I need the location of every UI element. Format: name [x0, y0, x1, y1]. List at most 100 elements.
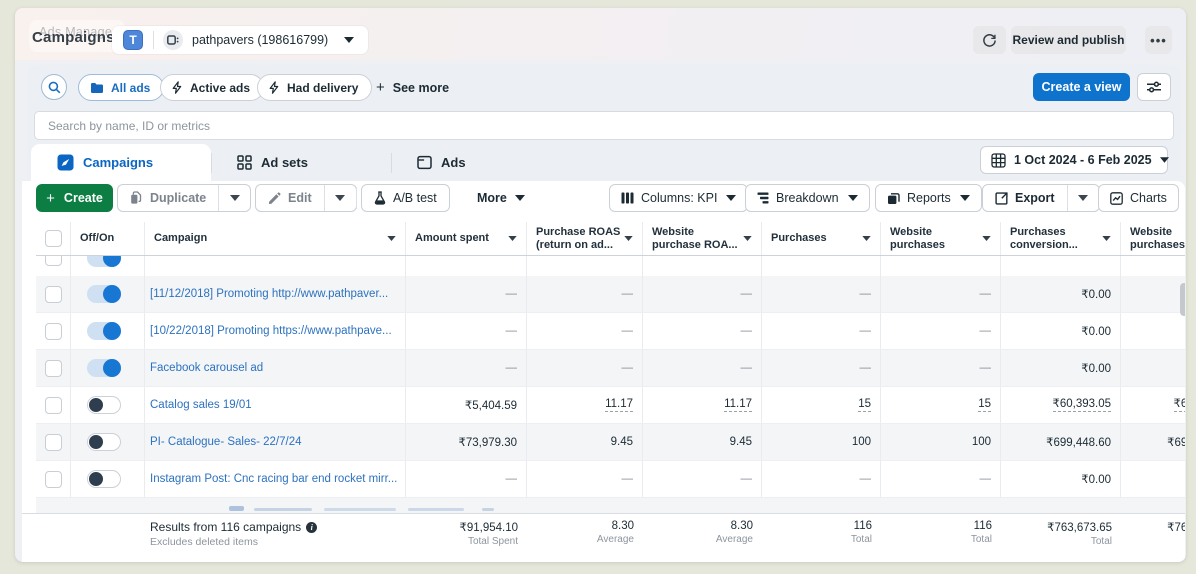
filter-pill-all-ads[interactable]: All ads — [78, 74, 165, 101]
campaign-name-link[interactable]: Instagram Post: Cnc racing bar end rocke… — [145, 473, 397, 485]
table-row-partial-top — [36, 256, 1185, 276]
search-filter-button[interactable] — [41, 74, 67, 100]
campaign-toggle[interactable] — [87, 470, 121, 488]
create-a-view-button[interactable]: Create a view — [1033, 73, 1130, 101]
sort-caret-icon[interactable] — [508, 236, 517, 241]
row-checkbox[interactable] — [44, 322, 62, 340]
campaign-name-link[interactable]: PI- Catalogue- Sales- 22/7/24 — [145, 436, 302, 448]
tab-separator — [211, 153, 212, 173]
campaigns-tab-icon — [57, 154, 74, 171]
search-icon — [48, 81, 61, 94]
charts-icon — [1110, 191, 1123, 205]
row-checkbox[interactable] — [44, 396, 62, 414]
metric-value: 15 — [858, 398, 871, 412]
table-header-row: Off/On Campaign Amount spent Purchase ROAS … — [36, 222, 1185, 256]
see-more-label: See more — [392, 80, 450, 95]
sort-caret-icon[interactable] — [743, 236, 752, 241]
total-label: Total — [970, 534, 992, 545]
edit-button[interactable]: Edit — [256, 185, 324, 211]
ad-account-name: pathpavers (198616799) — [192, 33, 329, 47]
sort-caret-icon[interactable] — [982, 236, 991, 241]
column-header-name[interactable]: Campaign — [145, 222, 406, 255]
duplicate-button[interactable]: Duplicate — [118, 185, 218, 211]
campaign-name-link[interactable]: Catalog sales 19/01 — [145, 399, 252, 411]
column-header-convval[interactable]: Purchases conversion... — [1001, 222, 1121, 255]
column-header-webpurch[interactable]: Website purchases — [881, 222, 1001, 255]
see-more-button[interactable]: + See more — [376, 74, 449, 101]
tab-campaigns[interactable]: Campaigns — [31, 144, 211, 181]
table-row: Facebook carousel ad—————₹0.00₹0.00 — [36, 350, 1185, 387]
more-button[interactable]: More — [467, 184, 535, 212]
ad-account-selector[interactable]: T pathpavers (198616799) — [112, 26, 368, 54]
total-value: 8.30 — [611, 520, 634, 532]
ab-test-button[interactable]: A/B test — [361, 184, 450, 212]
duplicate-label: Duplicate — [150, 191, 207, 205]
tab-ad-sets[interactable]: Ad sets — [211, 144, 391, 181]
ads-tab-icon — [417, 155, 432, 170]
table-row: Instagram Post: Cnc racing bar end rocke… — [36, 461, 1185, 498]
metric-value: 100 — [851, 436, 871, 448]
campaign-toggle[interactable] — [87, 256, 121, 267]
reports-button[interactable]: Reports — [875, 184, 982, 212]
charts-label: Charts — [1130, 191, 1167, 205]
row-checkbox[interactable] — [44, 359, 62, 377]
footer-total-convval: ₹763,673.65 Total — [1001, 514, 1121, 558]
plus-icon: + — [46, 189, 55, 207]
filter-pill-had-delivery[interactable]: Had delivery — [257, 74, 373, 101]
date-range-selector[interactable]: 1 Oct 2024 - 6 Feb 2025 — [980, 146, 1169, 174]
column-header-webconv[interactable]: Website purchases — [1121, 222, 1185, 255]
sort-caret-icon[interactable] — [624, 236, 633, 241]
ads-manager-screen: Ads Manager Campaigns T pathpavers (1986… — [0, 0, 1196, 574]
column-header-webroas[interactable]: Website purchase ROA... — [643, 222, 762, 255]
info-icon[interactable]: i — [306, 521, 318, 533]
campaigns-table: Off/On Campaign Amount spent Purchase ROAS … — [22, 222, 1185, 562]
create-button[interactable]: + Create — [36, 184, 113, 212]
campaign-toggle[interactable] — [87, 359, 121, 377]
filter-settings-button[interactable] — [1137, 73, 1171, 101]
campaign-name-link[interactable]: Facebook carousel ad — [145, 362, 263, 374]
review-and-publish-button[interactable]: Review and publish — [1011, 26, 1126, 54]
more-options-button[interactable]: ••• — [1145, 26, 1172, 54]
metric-value: — — [979, 473, 992, 485]
column-header-spent[interactable]: Amount spent — [406, 222, 527, 255]
sort-caret-icon[interactable] — [862, 236, 871, 241]
campaign-toggle[interactable] — [87, 322, 121, 340]
edit-caret-button[interactable] — [323, 185, 356, 211]
columns-button[interactable]: Columns: KPI — [609, 184, 749, 212]
row-checkbox[interactable] — [44, 433, 62, 451]
campaign-toggle[interactable] — [87, 396, 121, 414]
duplicate-caret-button[interactable] — [218, 185, 250, 211]
export-button[interactable]: Export — [983, 185, 1067, 211]
row-checkbox[interactable] — [44, 256, 62, 266]
refresh-button[interactable] — [973, 26, 1006, 54]
vertical-scrollbar[interactable] — [1180, 283, 1185, 316]
filter-pill-active-ads[interactable]: Active ads — [160, 74, 265, 101]
sort-caret-icon[interactable] — [1102, 236, 1111, 241]
chevron-down-icon — [344, 37, 354, 43]
metric-value: — — [859, 473, 872, 485]
sort-caret-icon[interactable] — [387, 236, 396, 241]
row-checkbox[interactable] — [44, 285, 62, 303]
ad-sets-tab-icon — [237, 155, 252, 170]
ellipsis-icon: ••• — [1150, 32, 1167, 48]
charts-button[interactable]: Charts — [1098, 184, 1179, 212]
campaign-toggle[interactable] — [87, 433, 121, 451]
campaign-name-link[interactable]: [10/22/2018] Promoting https://www.pathp… — [145, 325, 392, 337]
metric-value: — — [621, 362, 634, 374]
footer-total-purchases: 116 Total — [762, 514, 881, 558]
export-caret-button[interactable] — [1066, 185, 1099, 211]
tab-ads[interactable]: Ads — [391, 144, 571, 181]
page-title-box: Ads Manager Campaigns — [29, 20, 125, 52]
select-all-checkbox[interactable] — [44, 230, 62, 247]
app-window: Ads Manager Campaigns T pathpavers (1986… — [15, 8, 1186, 562]
row-checkbox[interactable] — [44, 470, 62, 488]
breakdown-button[interactable]: Breakdown — [745, 184, 870, 212]
campaign-toggle[interactable] — [87, 285, 121, 303]
folder-icon — [90, 82, 104, 94]
column-header-roas[interactable]: Purchase ROAS (return on ad... — [527, 222, 643, 255]
column-header-label: Amount spent — [415, 232, 489, 245]
reports-label: Reports — [907, 191, 951, 205]
campaign-name-link[interactable]: [11/12/2018] Promoting http://www.pathpa… — [145, 288, 388, 300]
column-header-purchases[interactable]: Purchases — [762, 222, 881, 255]
search-input[interactable]: Search by name, ID or metrics — [34, 111, 1174, 140]
